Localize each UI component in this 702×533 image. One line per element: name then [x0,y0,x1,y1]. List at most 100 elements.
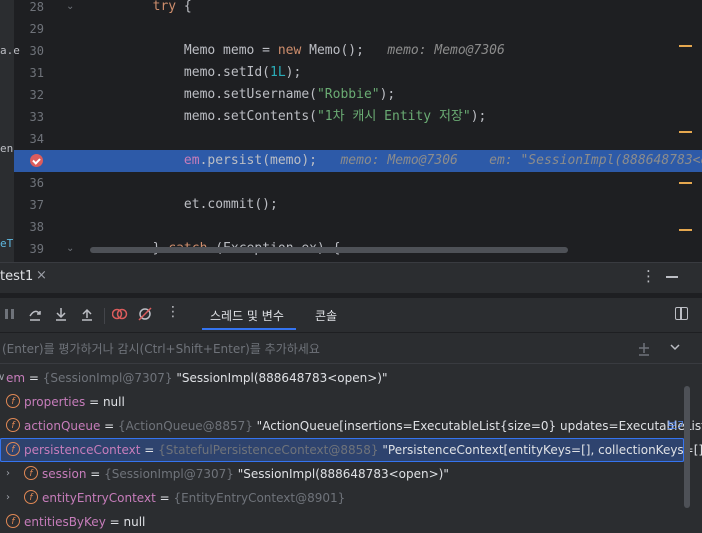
variable-type: {StatefulPersistenceContext@8858} [158,443,379,457]
editor-horizontal-scrollbar[interactable] [90,247,568,253]
field-icon: f [24,490,38,504]
code-text[interactable]: memo.setId(1L); [90,62,301,84]
variable-name: entitiesByKey [24,515,106,529]
add-watch-icon[interactable] [636,341,652,357]
expand-icon[interactable]: › [6,486,10,510]
line-number[interactable]: 33 [14,106,44,128]
line-number[interactable]: 29 [14,18,44,40]
variable-name: em [6,371,26,385]
project-strip: a.e en eT [0,0,20,262]
layout-icon[interactable] [675,307,688,320]
line-number[interactable]: 28 [14,0,44,18]
variables-tree[interactable]: ∨ em = {SessionImpl@7307} "SessionImpl(88… [0,364,702,533]
step-into-icon[interactable] [54,307,68,321]
mute-breakpoints-icon[interactable] [138,307,152,321]
code-line[interactable]: 34 [14,128,702,150]
line-number[interactable]: 36 [14,172,44,194]
more-actions-icon[interactable]: ⋮ [166,304,180,320]
variable-type: {SessionImpl@7307} [104,467,234,481]
evaluate-expression-bar[interactable]: (Enter)를 평가하거나 감시(Ctrl+Shift+Enter)를 추가하… [0,333,702,364]
breakpoint-icon[interactable] [30,154,43,167]
code-line[interactable]: 33 memo.setContents("1차 캐시 Entity 저장"); [14,106,702,128]
variable-text: em = {SessionImpl@7307} "SessionImpl(888… [6,371,388,385]
more-options-icon[interactable]: ⋮ [641,267,656,285]
field-icon: f [6,418,20,432]
code-editor[interactable]: a.e en eT 28 ⌄ try { 29 30 Memo memo = new … [0,0,702,262]
code-line[interactable]: 36 [14,172,702,194]
step-out-icon[interactable] [80,307,94,321]
active-tab-indicator [202,328,296,330]
variable-text: persistenceContext = {StatefulPersistenc… [24,438,702,462]
variables-scrollbar[interactable] [684,386,690,508]
evaluate-placeholder[interactable]: (Enter)를 평가하거나 감시(Ctrl+Shift+Enter)를 추가하… [2,340,320,357]
warning-marker[interactable] [679,229,692,231]
code-text[interactable]: memo.setUsername("Robbie"); [90,84,395,106]
variable-text: entitiesByKey = null [24,515,146,529]
variable-row[interactable]: f actionQueue = {ActionQueue@8857} "Actio… [0,414,702,438]
code-line[interactable]: 38 [14,216,702,238]
step-over-icon[interactable] [28,307,42,321]
variable-name: session [42,467,87,481]
tab-threads-variables[interactable]: 스레드 및 변수 [210,307,284,324]
variable-name: entityEntryContext [42,491,156,505]
variable-text: actionQueue = {ActionQueue@8857} "Action… [24,414,702,438]
pause-icon[interactable] [4,308,16,320]
variable-type: {EntityEntryContext@8901} [173,491,346,505]
line-number[interactable]: 39 [14,238,44,260]
field-icon: f [6,442,20,456]
expand-icon[interactable]: › [6,462,10,486]
tab-console[interactable]: 콘솔 [315,307,337,324]
debug-session-tab[interactable]: test1 [0,269,33,284]
fold-icon[interactable]: ⌄ [66,238,74,260]
variable-row[interactable]: › f session = {SessionImpl@7307} "SessionI… [0,462,684,486]
minimize-icon[interactable] [666,276,678,278]
code-text[interactable]: et.commit(); [90,194,278,216]
code-line[interactable]: 29 [14,18,702,40]
code-text[interactable]: em.persist(memo); memo: Memo@7306 em: "S… [90,150,702,172]
chevron-down-icon[interactable] [670,344,680,352]
variable-row[interactable]: f properties = null [0,390,684,414]
view-breakpoints-icon[interactable] [112,307,128,321]
field-icon: f [6,514,20,528]
line-number[interactable]: 30 [14,40,44,62]
code-text[interactable]: Memo memo = new Memo(); memo: Memo@7306 [90,40,505,62]
variable-name: actionQueue [24,419,101,433]
field-icon: f [6,394,20,408]
code-line[interactable]: 37 et.commit(); [14,194,702,216]
line-number[interactable]: 32 [14,84,44,106]
variable-row[interactable]: ∨ em = {SessionImpl@7307} "SessionImpl(88… [0,366,684,390]
close-icon[interactable]: × [36,268,47,283]
line-number[interactable]: 31 [14,62,44,84]
variable-name: persistenceContext [24,443,141,457]
variable-type: {SessionImpl@7307} [42,371,173,385]
warning-marker[interactable] [679,182,692,184]
variable-value: "SessionImpl(888648783<open>)" [172,371,388,385]
strip-text: en [0,142,14,155]
variable-text: entityEntryContext = {EntityEntryContext… [42,491,346,505]
variable-text: session = {SessionImpl@7307} "SessionImp… [42,467,449,481]
code-line[interactable]: 28 ⌄ try { [14,0,702,18]
variable-value: "SessionImpl(888648783<open>)" [233,467,449,481]
variable-value: null [123,515,146,529]
variable-name: properties [24,395,86,409]
code-line[interactable]: 32 memo.setUsername("Robbie"); [14,84,702,106]
variable-type: {ActionQueue@8857} [118,419,253,433]
toolbar-separator [104,308,105,324]
warning-marker[interactable] [679,45,692,47]
code-text[interactable]: memo.setContents("1차 캐시 Entity 저장"); [90,106,486,128]
warning-marker[interactable] [679,131,692,133]
line-number[interactable]: 34 [14,128,44,150]
debug-toolbar: ⋮ 스레드 및 변수 콘솔 [0,298,702,333]
code-line[interactable]: 31 memo.setId(1L); [14,62,702,84]
fold-icon[interactable]: ⌄ [66,0,74,18]
variable-row[interactable]: f entitiesByKey = null [0,510,684,533]
variable-row[interactable]: f persistenceContext = {StatefulPersisten… [0,438,702,462]
code-line[interactable]: 30 Memo memo = new Memo(); memo: Memo@73… [14,40,702,62]
line-number[interactable]: 38 [14,216,44,238]
code-line[interactable]: em.persist(memo); memo: Memo@7306 em: "S… [14,150,702,172]
code-text[interactable]: try { [90,0,192,18]
variable-row[interactable]: › f entityEntryContext = {EntityEntryConte… [0,486,684,510]
expand-icon[interactable]: ∨ [0,366,5,390]
line-number[interactable]: 37 [14,194,44,216]
variable-text: properties = null [24,395,125,409]
